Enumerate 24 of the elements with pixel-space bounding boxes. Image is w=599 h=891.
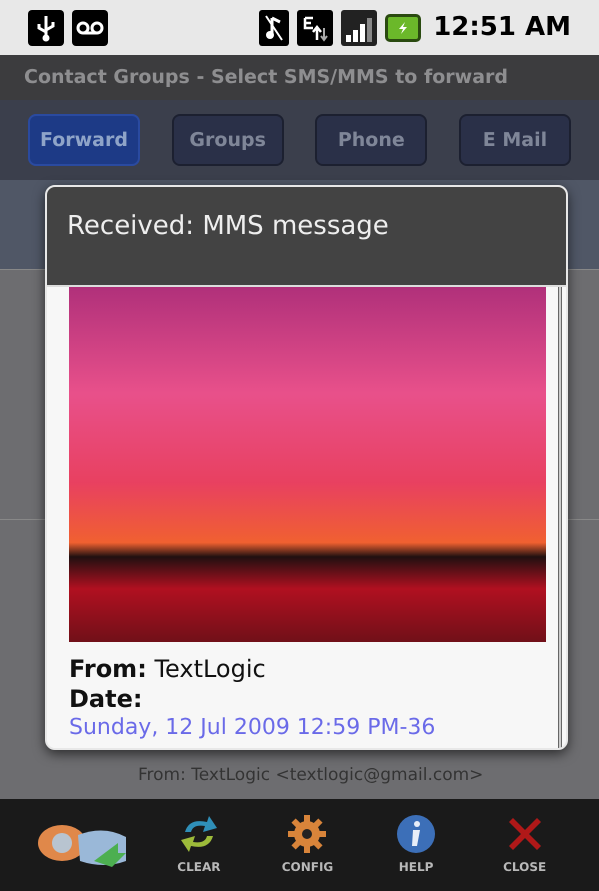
gear-icon [287,814,328,854]
signal-icon [341,10,378,46]
dialog-title: Received: MMS message [67,210,389,243]
from-field: From: TextLogic [69,654,546,684]
clock-time: 12:51 AM [433,11,571,44]
date-link[interactable]: Sunday, 12 Jul 2009 12:59 PM-36 [69,714,546,742]
toolbar-button[interactable]: CLEAR [158,805,239,885]
date-label: Date: [69,684,144,714]
info-icon [396,814,436,854]
battery-charging-icon [385,14,422,42]
tab[interactable]: Groups [172,114,284,166]
window-title: Contact Groups - Select SMS/MMS to forward [24,65,508,90]
toolbar-button[interactable]: CONFIG [267,805,348,885]
voicemail-icon [72,10,108,46]
toolbar-button[interactable]: HELP [376,805,456,885]
tab[interactable]: Phone [315,114,428,166]
edge-data-icon [297,10,334,46]
refresh-arrows-icon [178,814,219,854]
tab[interactable]: E Mail [458,114,571,166]
music-off-icon [259,10,290,46]
from-text: From: TextLogic <textlogic@gmail.com> [138,765,484,785]
usb-icon [28,10,64,46]
tab[interactable]: Forward [28,114,140,166]
toolbar-button[interactable]: CLOSE [484,805,565,885]
